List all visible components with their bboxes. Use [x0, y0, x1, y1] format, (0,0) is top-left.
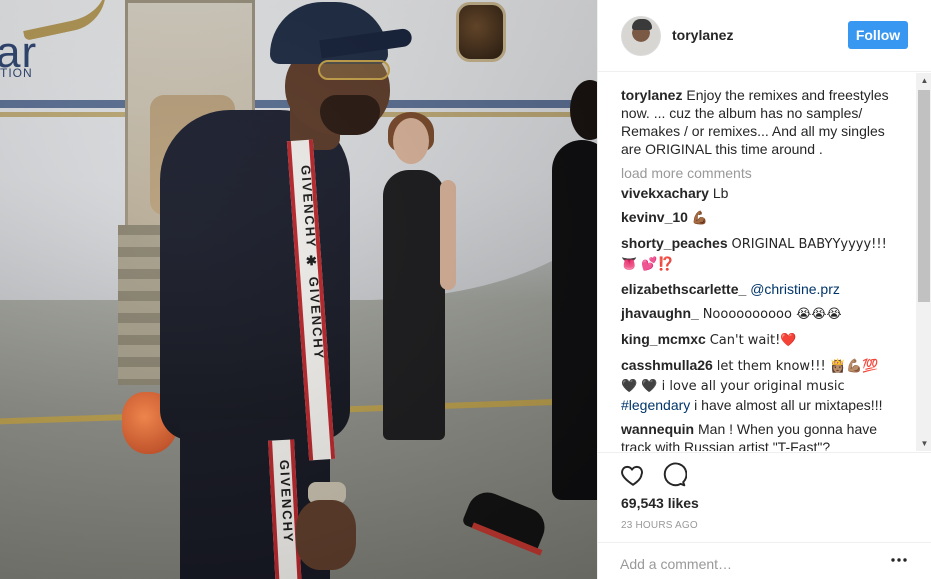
- follow-button[interactable]: Follow: [848, 21, 908, 49]
- comment-hashtag-link[interactable]: #legendary: [621, 397, 690, 413]
- comment-item: jhavaughn_ Noooooooooo 😭😭😭: [621, 304, 891, 324]
- comment-username[interactable]: elizabethscarlette_: [621, 281, 746, 297]
- comment-item: kevinv_10 💪🏾: [621, 208, 891, 228]
- attendant-head: [393, 118, 429, 164]
- comment-username[interactable]: jhavaughn_: [621, 305, 699, 321]
- caption-username[interactable]: torylanez: [621, 87, 682, 103]
- heart-icon[interactable]: [620, 462, 646, 488]
- comment-item: shorty_peaches ORIGINAL BABYYyyyy!!! 👅 💕…: [621, 234, 891, 274]
- post-side-panel: torylanez Follow torylanez Enjoy the rem…: [597, 0, 931, 579]
- man-glasses: [318, 60, 390, 80]
- plane-window: [456, 2, 506, 62]
- post-header: torylanez Follow: [598, 0, 931, 72]
- comment-item: wannequin Man ! When you gonna have trac…: [621, 420, 891, 451]
- comment-icon[interactable]: [661, 462, 687, 488]
- comments-list[interactable]: torylanez Enjoy the remixes and freestyl…: [598, 73, 931, 451]
- more-options-icon[interactable]: [890, 557, 908, 563]
- comment-item: vivekxachary Lb: [621, 184, 891, 202]
- scroll-down-arrow-icon[interactable]: ▼: [920, 439, 929, 448]
- comment-username[interactable]: vivekxachary: [621, 185, 709, 201]
- comment-text-continued: i have almost all ur mixtapes!!!: [694, 397, 883, 413]
- attendant-arm: [440, 180, 456, 290]
- add-comment-input[interactable]: [620, 553, 870, 575]
- man-beard: [320, 95, 380, 135]
- post-photo[interactable]: ar TION GIVENCHY ✱ GIVENCHY GIVENCHY: [0, 0, 597, 579]
- man-hand: [296, 500, 356, 570]
- likes-count[interactable]: 69,543 likes: [621, 495, 699, 511]
- load-more-comments-button[interactable]: load more comments: [621, 164, 891, 182]
- comment-item: king_mcmxc Can't wait!❤️: [621, 330, 891, 350]
- walker-body: [552, 140, 597, 500]
- comment-username[interactable]: wannequin: [621, 421, 694, 437]
- scroll-up-arrow-icon[interactable]: ▲: [920, 76, 929, 85]
- comment-item: casshmulla26 let them know!!! 👸🏽💪🏽💯🖤 🖤 i…: [621, 356, 891, 414]
- comment-mention-link[interactable]: @christine.prz: [750, 281, 840, 297]
- add-comment-bar: [598, 542, 931, 579]
- comment-username[interactable]: shorty_peaches: [621, 235, 728, 251]
- comment-username[interactable]: king_mcmxc: [621, 331, 706, 347]
- avatar[interactable]: [621, 16, 661, 56]
- comment-text: 💪🏾: [691, 211, 709, 226]
- avatar-cap-icon: [632, 19, 652, 30]
- comment-item: elizabethscarlette_ @christine.prz: [621, 280, 891, 298]
- comment-username[interactable]: casshmulla26: [621, 357, 713, 373]
- post-actions: 69,543 likes 23 HOURS AGO: [598, 452, 931, 542]
- walker-shoe: [461, 486, 551, 554]
- scrollbar-thumb[interactable]: [918, 90, 930, 302]
- attendant-body: [383, 170, 445, 440]
- comment-text: Noooooooooo 😭😭😭: [702, 307, 842, 322]
- comment-text: Can't wait!❤️: [709, 333, 797, 348]
- caption: torylanez Enjoy the remixes and freestyl…: [621, 86, 891, 158]
- comment-text: Lb: [712, 185, 729, 201]
- comment-username[interactable]: kevinv_10: [621, 209, 688, 225]
- comments-scrollbar[interactable]: ▲ ▼: [916, 73, 931, 451]
- header-username[interactable]: torylanez: [672, 27, 733, 43]
- post-timestamp[interactable]: 23 HOURS AGO: [621, 520, 698, 531]
- airline-logo-subtext: TION: [0, 66, 33, 80]
